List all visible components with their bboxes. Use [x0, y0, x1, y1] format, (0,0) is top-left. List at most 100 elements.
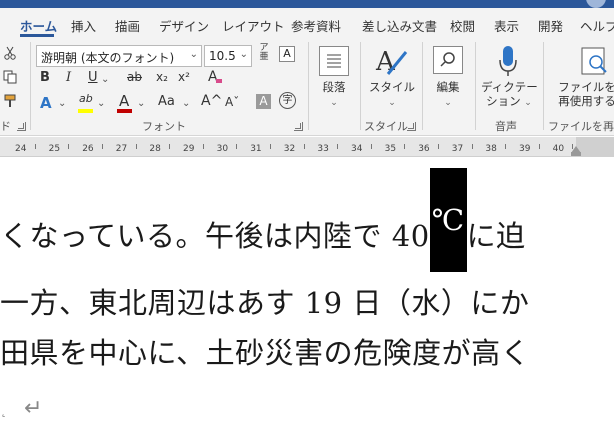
font-name-combo[interactable]: 游明朝 (本文のフォント) ⌄	[36, 45, 202, 67]
paragraph-icon[interactable]	[319, 46, 349, 76]
font-size-value: 10.5	[209, 49, 236, 63]
tab-developer[interactable]: 開発	[538, 16, 563, 35]
ruler-tick-mark	[68, 144, 70, 149]
tab-layout[interactable]: レイアウト	[222, 16, 285, 35]
tab-draw[interactable]: 描画	[115, 16, 140, 35]
tab-insert[interactable]: 挿入	[71, 16, 96, 35]
strikethrough-button[interactable]: ab	[127, 70, 142, 84]
styles-button[interactable]: スタイル ⌄	[366, 80, 418, 110]
styles-group-label: スタイル	[364, 120, 408, 133]
ruler-tick-mark	[505, 144, 507, 149]
chevron-down-icon[interactable]: ⌄	[58, 98, 66, 109]
text-effect-button[interactable]: A	[40, 94, 52, 112]
ruler-tick-mark	[236, 144, 238, 149]
tab-view[interactable]: 表示	[494, 16, 519, 35]
avatar[interactable]	[586, 0, 606, 8]
tab-references[interactable]: 参考資料	[291, 16, 341, 35]
ruler-tick-mark	[303, 144, 305, 149]
active-tab-indicator	[20, 34, 54, 37]
dictate-button[interactable]: ディクテー ション ⌄	[481, 80, 538, 110]
chevron-down-icon[interactable]: ⌄	[240, 49, 248, 60]
chevron-down-icon: ⌄	[330, 98, 338, 108]
tab-mailings[interactable]: 差し込み文書	[362, 16, 437, 35]
italic-button[interactable]: I	[66, 70, 71, 85]
chevron-down-icon: ⌄	[388, 98, 396, 108]
reuse-group-label: ファイルを再使用	[548, 120, 614, 133]
paragraph-button[interactable]: 段落 ⌄	[319, 80, 349, 110]
ruler-tick-mark	[102, 144, 103, 149]
chevron-down-icon[interactable]: ⌄	[137, 98, 145, 109]
ruler-tick-label: 28	[149, 144, 161, 154]
line1-text-after: に迫	[466, 219, 526, 253]
document-line-2: 一方、東北周辺はあす 19 日（水）にか	[0, 286, 530, 320]
char-border-icon[interactable]: A	[279, 46, 295, 62]
tab-design[interactable]: デザイン	[159, 16, 209, 35]
ruler-tick-mark	[135, 144, 137, 149]
format-painter-icon[interactable]	[2, 94, 20, 112]
bold-button[interactable]: B	[40, 70, 50, 85]
ruler-tick-label: 30	[216, 144, 229, 154]
clipboard-launcher-icon[interactable]	[17, 122, 26, 131]
enclose-char-button[interactable]: 字	[279, 92, 296, 109]
selected-text[interactable]: ℃	[429, 168, 467, 272]
ruler-tick-label: 38	[485, 144, 497, 154]
font-size-combo[interactable]: 10.5 ⌄	[204, 45, 252, 67]
chevron-down-icon[interactable]: ⌄	[101, 74, 109, 85]
editing-button[interactable]: 編集 ⌄	[430, 80, 466, 110]
subscript-button[interactable]: x₂	[156, 70, 168, 84]
line1-text-before: くなっている。午後は内陸で 40	[0, 219, 430, 253]
highlight-button[interactable]: ab	[79, 92, 93, 105]
ruby-icon[interactable]: ア亜	[256, 44, 272, 62]
styles-launcher-icon[interactable]	[407, 122, 416, 131]
cut-icon[interactable]	[2, 46, 18, 64]
ruler-tick-label: 35	[384, 144, 397, 154]
ruler-tick-label: 24	[15, 144, 27, 154]
document-line-3: 田県を中心に、土砂災害の危険度が高く	[0, 336, 531, 370]
char-shading-button[interactable]: A	[256, 94, 271, 109]
line-edge-marker: ˛	[0, 402, 7, 418]
font-launcher-icon[interactable]	[294, 122, 303, 131]
chevron-down-icon[interactable]: ⌄	[97, 98, 105, 109]
ruler-tick-mark	[270, 144, 271, 149]
superscript-button[interactable]: x²	[178, 70, 190, 84]
microphone-icon[interactable]	[496, 44, 520, 82]
ruler-tick-label: 26	[82, 144, 94, 154]
paragraph-mark-icon: ↵	[24, 396, 43, 421]
ruler-tick-label: 37	[451, 144, 464, 154]
tab-help[interactable]: ヘルプ	[580, 16, 614, 35]
chevron-down-icon[interactable]: ⌄	[182, 98, 190, 109]
search-icon[interactable]	[433, 46, 463, 74]
highlight-color-swatch	[78, 109, 93, 113]
copy-icon[interactable]	[2, 70, 18, 88]
horizontal-ruler[interactable]: 242526272829303132333435363738394041	[0, 137, 614, 157]
grow-font-button[interactable]: A^	[201, 93, 222, 109]
ribbon-tab-row: ホーム 挿入 描画 デザイン レイアウト 参考資料 差し込み文書 校閲 表示 開…	[0, 8, 614, 38]
right-indent-marker-base[interactable]	[571, 152, 581, 156]
paragraph-label: 段落	[322, 80, 346, 94]
ruler-tick-label: 40	[552, 144, 565, 154]
tab-home[interactable]: ホーム	[20, 16, 57, 35]
styles-icon[interactable]: A	[372, 44, 412, 82]
ruler-tick-label: 34	[351, 144, 363, 154]
styles-label: スタイル	[369, 80, 415, 94]
ribbon: ド 游明朝 (本文のフォント) ⌄ 10.5 ⌄ ア亜 A B I U ⌄ ab…	[0, 38, 614, 136]
document-body[interactable]: くなっている。午後は内陸で 40℃に迫 一方、東北周辺はあす 19 日（水）にか…	[0, 158, 614, 434]
chevron-down-icon[interactable]: ⌄	[190, 49, 198, 60]
ruler-tick-label: 33	[317, 144, 329, 154]
font-color-button[interactable]: A	[119, 92, 129, 110]
font-group-label: フォント	[142, 120, 186, 133]
ruler-tick-mark	[471, 144, 473, 149]
ruler-tick-mark	[404, 144, 406, 149]
reuse-files-icon[interactable]	[578, 46, 612, 80]
reuse-files-button[interactable]: ファイルを 再使用する	[554, 80, 614, 108]
change-case-button[interactable]: Aa	[158, 94, 175, 109]
editing-label: 編集	[436, 80, 460, 94]
font-name-value: 游明朝 (本文のフォント)	[41, 51, 175, 65]
underline-button[interactable]: U	[88, 70, 98, 85]
group-divider	[308, 42, 309, 130]
dictate-label-line1: ディクテー	[481, 80, 538, 94]
tab-review[interactable]: 校閲	[450, 16, 475, 35]
shrink-font-button[interactable]: Aˇ	[225, 95, 239, 109]
ruler-tick-mark	[202, 144, 204, 149]
ruler-tick-label: 39	[519, 144, 531, 154]
